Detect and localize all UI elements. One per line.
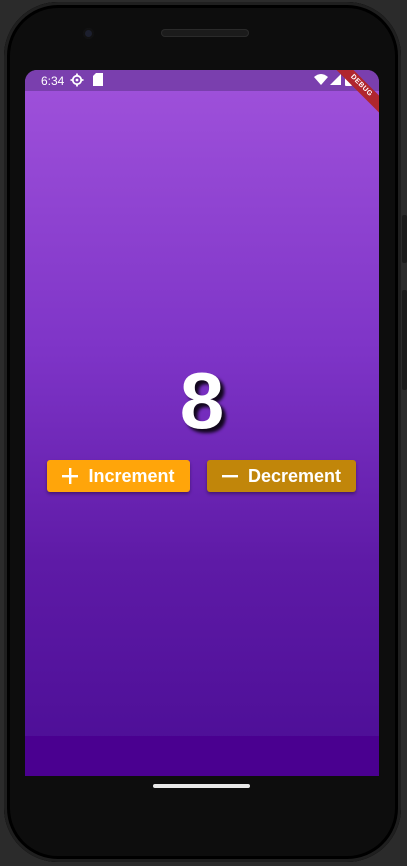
settings-gear-icon <box>70 73 84 90</box>
status-bar: 6:34 DEBUG <box>25 70 379 119</box>
counter-value: 8 <box>179 356 225 445</box>
wifi-icon <box>314 74 328 88</box>
sd-card-icon <box>93 73 103 89</box>
minus-icon <box>221 468 238 484</box>
home-indicator[interactable] <box>153 784 250 788</box>
power-button <box>402 290 407 390</box>
cell-signal-icon <box>330 74 341 88</box>
app-screen: 6:34 DEBUG 8 Increment Decrement <box>25 70 379 776</box>
increment-label: Increment <box>88 465 175 486</box>
decrement-label: Decrement <box>247 465 342 486</box>
increment-button[interactable]: Increment <box>47 460 190 492</box>
status-time: 6:34 <box>41 74 65 88</box>
device-frame: 6:34 DEBUG 8 Increment Decrement <box>0 0 407 866</box>
volume-button <box>402 215 407 263</box>
bottom-bar <box>25 736 379 776</box>
decrement-button[interactable]: Decrement <box>207 460 356 492</box>
front-camera <box>83 28 94 39</box>
plus-icon <box>62 468 79 484</box>
earpiece-speaker <box>161 29 249 37</box>
